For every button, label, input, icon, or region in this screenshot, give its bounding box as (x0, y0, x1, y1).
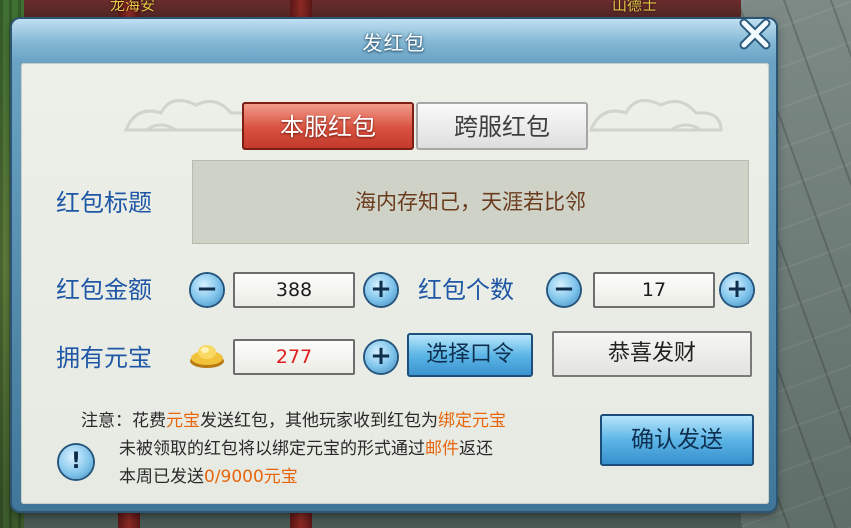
amount-increase-button[interactable]: + (365, 274, 397, 306)
owned-ingot-label: 拥有元宝 (56, 344, 152, 372)
packet-title-field[interactable]: 海内存知己，天涯若比邻 (192, 160, 749, 244)
close-icon (739, 18, 771, 50)
packet-count-label: 红包个数 (418, 276, 514, 304)
notice-text: 注意：花费元宝发送红包，其他玩家收到红包为绑定元宝 未被领取的红包将以绑定元宝的… (81, 407, 506, 491)
minus-icon: − (553, 274, 575, 304)
notice-line-2: 未被领取的红包将以绑定元宝的形式通过邮件返还 (119, 439, 493, 459)
plus-icon: + (370, 274, 392, 304)
confirm-send-button[interactable]: 确认发送 (600, 414, 754, 466)
tab-cross-server[interactable]: 跨服红包 (416, 102, 588, 150)
select-phrase-button[interactable]: 选择口令 (407, 333, 533, 377)
amount-decrease-button[interactable]: − (191, 274, 223, 306)
recharge-button[interactable]: + (365, 341, 397, 373)
packet-title-label: 红包标题 (56, 189, 152, 217)
dialog-titlebar: 发红包 (12, 19, 776, 63)
gold-ingot-icon (190, 345, 224, 368)
send-red-packet-dialog: 发红包 本服红包 跨服红包 红包标题 海内存知己，天涯若比邻 红包金额 − 38… (12, 16, 776, 511)
amount-field[interactable]: 388 (233, 272, 355, 308)
plus-icon: + (370, 341, 392, 371)
owned-ingot-value: 277 (233, 339, 355, 375)
info-icon[interactable]: ! (59, 445, 93, 479)
npc-name-left[interactable]: 龙海安 (110, 0, 155, 15)
packet-amount-label: 红包金额 (56, 276, 152, 304)
npc-name-right[interactable]: 山德士 (612, 0, 657, 15)
notice-line-1: 注意：花费元宝发送红包，其他玩家收到红包为绑定元宝 (81, 411, 506, 431)
dialog-content-panel: 本服红包 跨服红包 红包标题 海内存知己，天涯若比邻 红包金额 − 388 + … (21, 63, 769, 504)
cloud-pattern-icon (588, 99, 723, 132)
plus-icon: + (726, 274, 748, 304)
notice-line-3: 本周已发送0/9000元宝 (119, 467, 298, 487)
minus-icon: − (196, 274, 218, 304)
close-button[interactable] (737, 16, 773, 52)
tab-local-server[interactable]: 本服红包 (242, 102, 414, 150)
count-decrease-button[interactable]: − (548, 274, 580, 306)
count-field[interactable]: 17 (593, 272, 715, 308)
dialog-title: 发红包 (362, 31, 426, 55)
count-increase-button[interactable]: + (721, 274, 753, 306)
phrase-field[interactable]: 恭喜发财 (552, 331, 752, 377)
